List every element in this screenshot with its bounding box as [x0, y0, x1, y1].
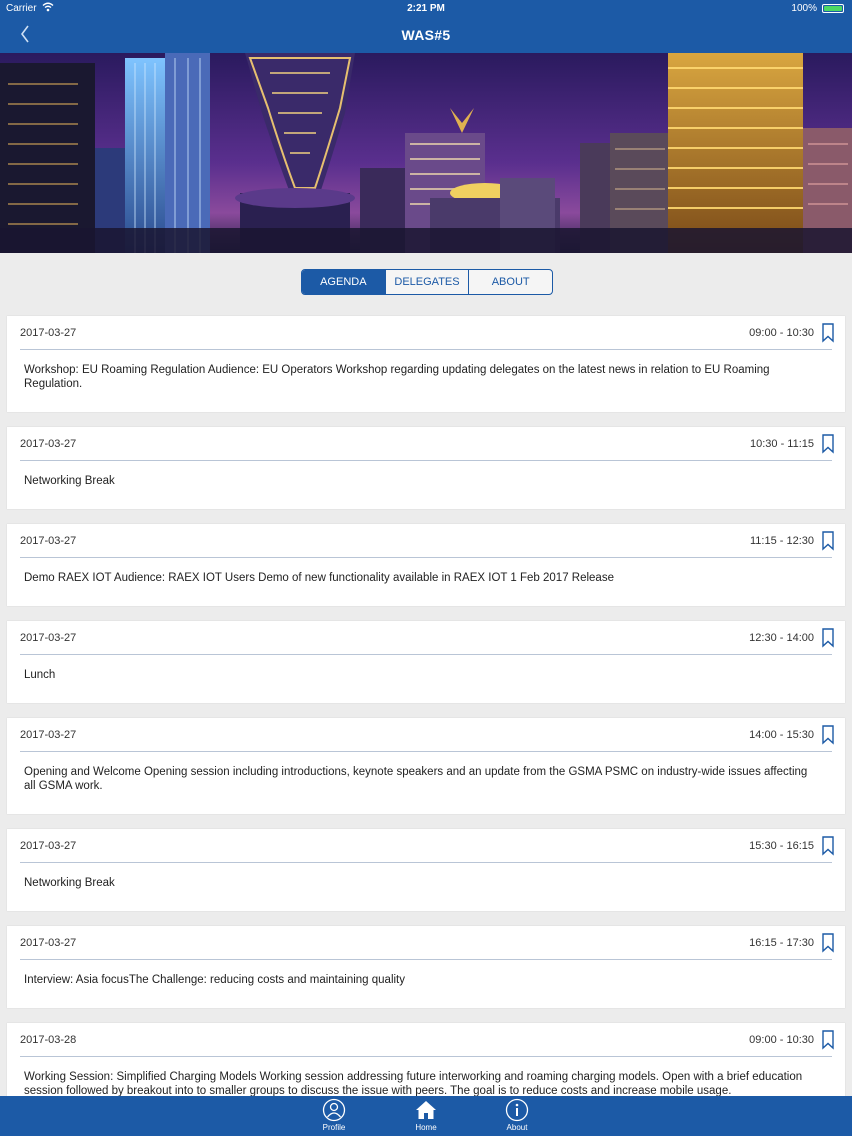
home-icon — [416, 1101, 436, 1119]
divider — [20, 557, 832, 558]
divider — [20, 751, 832, 752]
bookmark-icon[interactable] — [821, 434, 835, 454]
agenda-time: 16:15 - 17:30 — [749, 937, 814, 949]
divider — [20, 349, 832, 350]
agenda-title: Demo RAEX IOT Audience: RAEX IOT Users D… — [24, 572, 614, 584]
tab-about[interactable]: ABOUT — [469, 270, 552, 294]
tab-label: About — [506, 1123, 528, 1132]
agenda-date: 2017-03-27 — [20, 840, 77, 852]
agenda-item[interactable]: 2017-03-27 10:30 - 11:15 Networking Brea… — [7, 427, 845, 509]
info-icon — [505, 1098, 529, 1122]
agenda-time: 11:15 - 12:30 — [749, 535, 814, 547]
agenda-date: 2017-03-27 — [20, 729, 77, 741]
bookmark-icon[interactable] — [821, 628, 835, 648]
agenda-title: Networking Break — [24, 475, 115, 487]
agenda-date: 2017-03-27 — [20, 535, 77, 547]
divider — [20, 460, 832, 461]
agenda-time: 15:30 - 16:15 — [749, 840, 814, 852]
agenda-date: 2017-03-28 — [20, 1034, 77, 1046]
divider — [20, 959, 832, 960]
agenda-title: Lunch — [24, 669, 56, 681]
agenda-item[interactable]: 2017-03-27 16:15 - 17:30 Interview: Asia… — [7, 926, 845, 1008]
event-banner-image — [0, 53, 852, 253]
agenda-date: 2017-03-27 — [20, 327, 77, 339]
agenda-item[interactable]: 2017-03-27 15:30 - 16:15 Networking Brea… — [7, 829, 845, 911]
agenda-item[interactable]: 2017-03-27 09:00 - 10:30 Workshop: EU Ro… — [7, 316, 845, 412]
agenda-date: 2017-03-27 — [20, 937, 77, 949]
bookmark-icon[interactable] — [821, 933, 835, 953]
agenda-title: Opening and Welcome Opening session incl… — [24, 766, 808, 792]
agenda-title: Working Session: Simplified Charging Mod… — [24, 1071, 803, 1097]
agenda-item[interactable]: 2017-03-27 14:00 - 15:30 Opening and Wel… — [7, 718, 845, 814]
bookmark-icon[interactable] — [821, 323, 835, 343]
tab-home[interactable]: Home — [396, 1098, 456, 1136]
agenda-time: 12:30 - 14:00 — [749, 632, 814, 644]
bookmark-icon[interactable] — [821, 531, 835, 551]
battery-icon — [822, 4, 844, 13]
agenda-item[interactable]: 2017-03-27 12:30 - 14:00 Lunch — [7, 621, 845, 703]
tab-agenda[interactable]: AGENDA — [302, 270, 386, 294]
agenda-time: 09:00 - 10:30 — [749, 1034, 814, 1046]
tab-label: Home — [415, 1123, 437, 1132]
bookmark-icon[interactable] — [821, 836, 835, 856]
bookmark-icon[interactable] — [821, 1030, 835, 1050]
navigation-bar: Carrier 2:21 PM 100% WAS#5 — [0, 0, 852, 53]
agenda-time: 14:00 - 15:30 — [749, 729, 814, 741]
agenda-item[interactable]: 2017-03-27 11:15 - 12:30 Demo RAEX IOT A… — [7, 524, 845, 606]
agenda-date: 2017-03-27 — [20, 438, 77, 450]
agenda-date: 2017-03-27 — [20, 632, 77, 644]
divider — [20, 862, 832, 863]
divider — [20, 654, 832, 655]
agenda-title: Interview: Asia focusThe Challenge: redu… — [24, 974, 405, 986]
profile-icon — [322, 1098, 346, 1122]
status-bar: Carrier 2:21 PM 100% — [0, 0, 852, 18]
battery-percent: 100% — [791, 3, 817, 14]
agenda-title: Networking Break — [24, 877, 115, 889]
tab-delegates[interactable]: DELEGATES — [386, 270, 470, 294]
divider — [20, 1056, 832, 1057]
agenda-time: 09:00 - 10:30 — [749, 327, 814, 339]
status-time: 2:21 PM — [407, 3, 445, 14]
page-title: WAS#5 — [401, 27, 451, 43]
tab-bar: Profile Home About — [0, 1096, 852, 1136]
agenda-title: Workshop: EU Roaming Regulation Audience… — [24, 364, 770, 390]
tab-about-bottom[interactable]: About — [487, 1098, 547, 1136]
tab-label: Profile — [322, 1123, 346, 1132]
tab-profile[interactable]: Profile — [304, 1098, 364, 1136]
segmented-control: AGENDA DELEGATES ABOUT — [301, 269, 553, 295]
agenda-time: 10:30 - 11:15 — [749, 438, 814, 450]
bookmark-icon[interactable] — [821, 725, 835, 745]
